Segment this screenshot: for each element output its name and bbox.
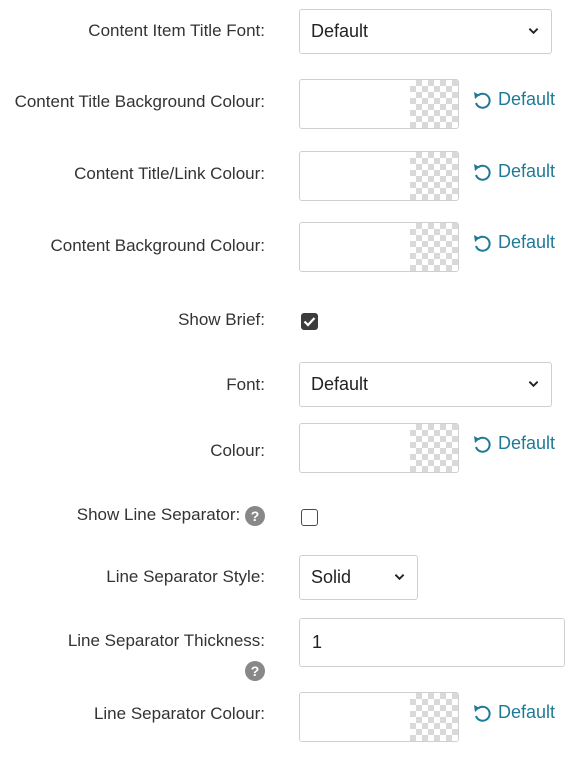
line-separator-thickness-input[interactable]: 1 xyxy=(299,618,565,667)
reset-icon xyxy=(474,704,491,722)
colour-reset-button[interactable]: Default xyxy=(472,433,555,454)
colour-label: Colour: xyxy=(210,441,265,460)
line-separator-style-value: Solid xyxy=(311,567,352,587)
font-value: Default xyxy=(311,374,369,394)
checkmark-icon xyxy=(303,317,316,327)
line-separator-style-label: Line Separator Style: xyxy=(106,567,265,586)
line-separator-colour-label: Line Separator Colour: xyxy=(93,704,265,723)
reset-label: Default xyxy=(498,702,556,722)
line-separator-thickness-value: 1 xyxy=(312,632,323,652)
colour-input[interactable] xyxy=(299,423,459,473)
show-line-separator-label-row: Show Line Separator: ? xyxy=(77,501,265,529)
reset-icon xyxy=(474,91,491,109)
content-title-background-colour-input[interactable] xyxy=(299,79,459,129)
transparency-swatch[interactable] xyxy=(410,80,458,128)
show-brief-label: Show Brief: xyxy=(178,310,265,329)
show-brief-checkbox[interactable] xyxy=(301,313,318,330)
reset-label: Default xyxy=(498,161,556,181)
content-title-link-colour-label: Content Title/Link Colour: xyxy=(74,164,265,183)
reset-icon xyxy=(474,435,491,453)
line-separator-colour-input[interactable] xyxy=(299,692,459,742)
show-line-separator-label: Show Line Separator: xyxy=(76,505,241,524)
show-line-separator-checkbox[interactable] xyxy=(301,509,318,526)
transparency-swatch[interactable] xyxy=(410,223,458,271)
line-separator-colour-reset-button[interactable]: Default xyxy=(472,702,555,723)
chevron-down-icon xyxy=(528,28,539,35)
font-select[interactable]: Default xyxy=(299,362,552,407)
content-item-title-font-value: Default xyxy=(311,21,369,41)
content-item-title-font-label: Content Item Title Font: xyxy=(88,21,265,40)
font-label: Font: xyxy=(226,375,265,394)
line-separator-thickness-label: Line Separator Thickness: xyxy=(67,631,265,650)
content-item-title-font-select[interactable]: Default xyxy=(299,9,552,54)
content-title-link-colour-input[interactable] xyxy=(299,151,459,201)
reset-icon xyxy=(474,234,491,252)
line-separator-style-select[interactable]: Solid xyxy=(299,555,418,600)
content-background-colour-input[interactable] xyxy=(299,222,459,272)
reset-label: Default xyxy=(498,433,556,453)
chevron-down-icon xyxy=(528,381,539,388)
content-title-background-colour-reset-button[interactable]: Default xyxy=(472,89,555,110)
reset-label: Default xyxy=(498,232,556,252)
chevron-down-icon xyxy=(394,574,405,581)
transparency-swatch[interactable] xyxy=(410,152,458,200)
help-icon[interactable]: ? xyxy=(245,661,265,681)
content-background-colour-reset-button[interactable]: Default xyxy=(472,232,555,253)
content-title-background-colour-label: Content Title Background Colour: xyxy=(14,92,265,111)
content-title-link-colour-reset-button[interactable]: Default xyxy=(472,161,555,182)
reset-label: Default xyxy=(498,89,556,109)
help-icon[interactable]: ? xyxy=(245,505,265,526)
content-background-colour-label: Content Background Colour: xyxy=(50,236,265,255)
reset-icon xyxy=(474,163,491,181)
transparency-swatch[interactable] xyxy=(410,693,458,741)
transparency-swatch[interactable] xyxy=(410,424,458,472)
